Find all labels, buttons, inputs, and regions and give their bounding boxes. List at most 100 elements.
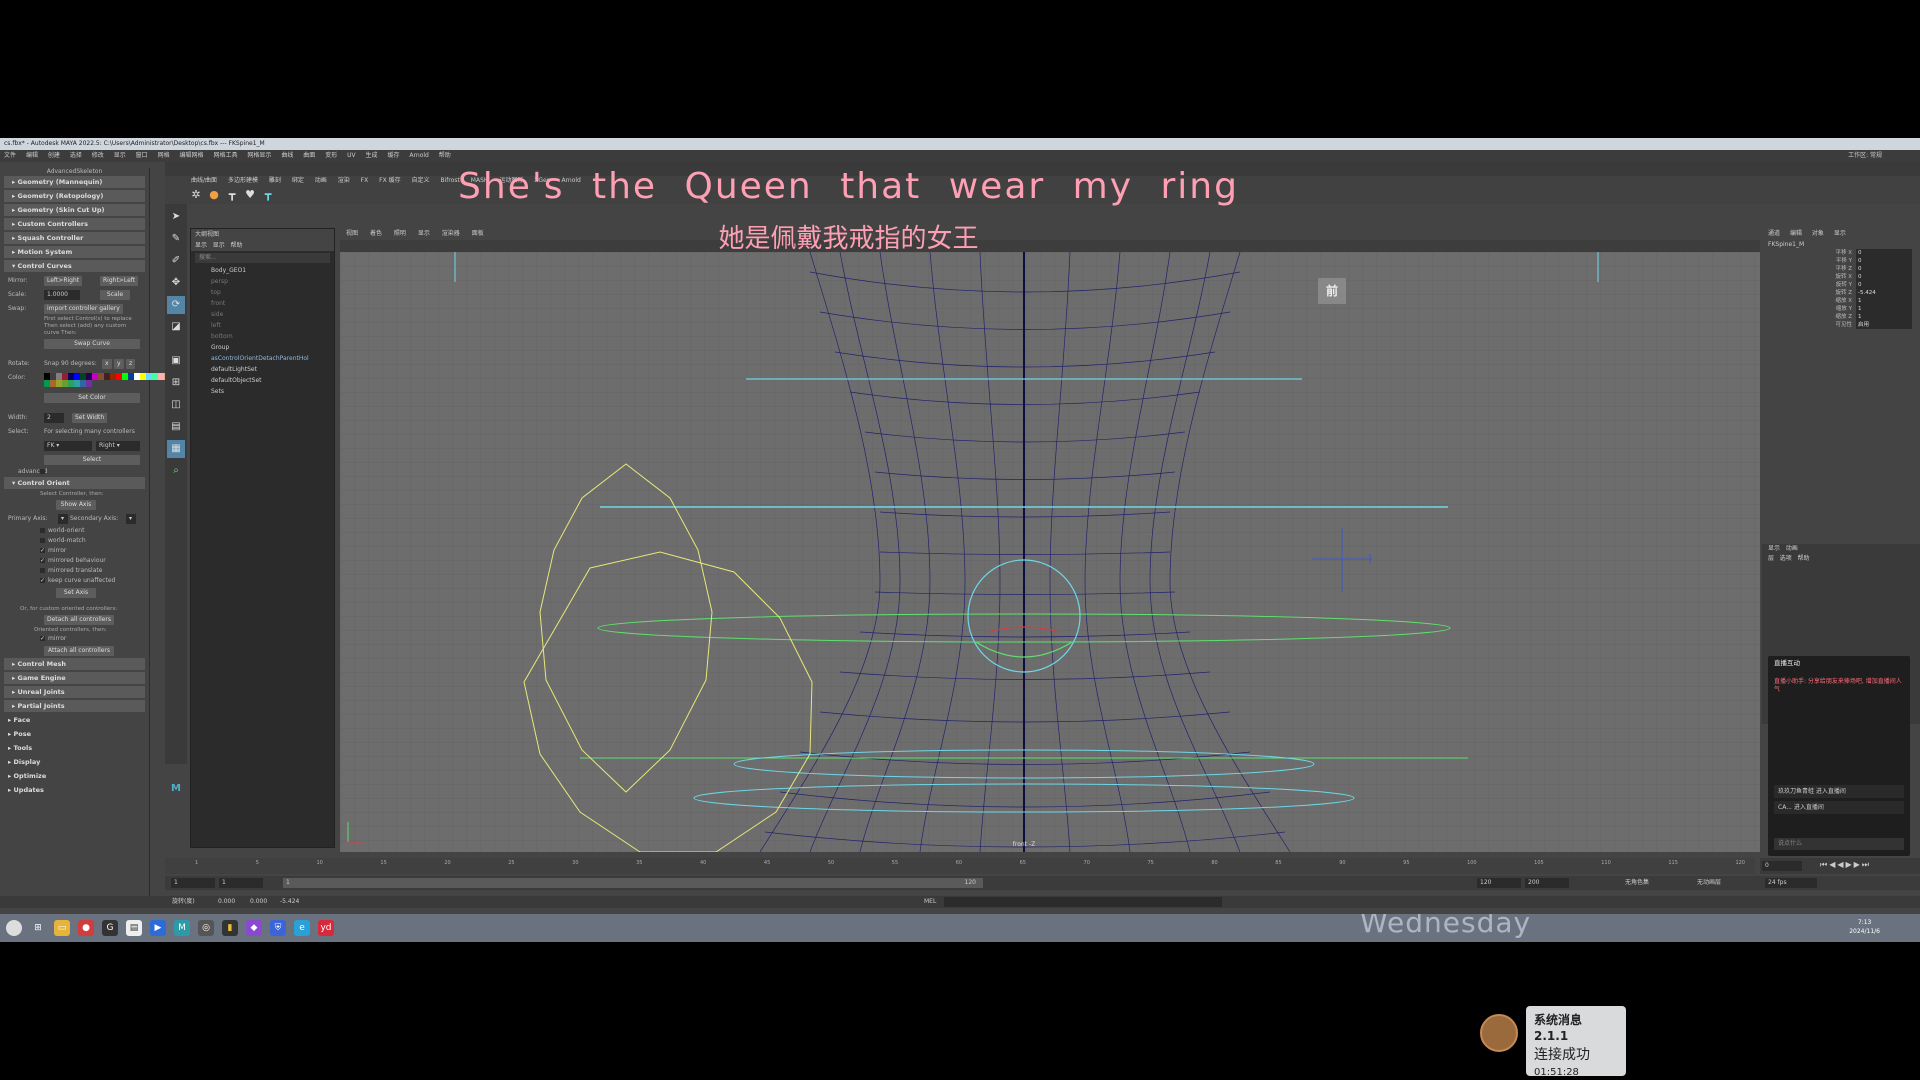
attribute-row[interactable]: 旋转 Y 0 xyxy=(1822,281,1912,289)
scale-tool-icon[interactable]: ◪ xyxy=(167,318,185,336)
menu-item[interactable]: 修改 xyxy=(92,152,104,159)
app-yellow-icon[interactable]: ▮ xyxy=(222,920,238,936)
menu-item[interactable]: Arnold xyxy=(409,152,428,159)
menu-item[interactable]: UV xyxy=(347,152,356,159)
outliner-item[interactable]: asControlOrientDetachParentHol xyxy=(191,353,334,364)
menu-item[interactable]: 窗口 xyxy=(136,152,148,159)
layout-outliner-icon[interactable]: ▤ xyxy=(167,418,185,436)
channel-tab[interactable]: 显示 xyxy=(1834,230,1846,237)
section-tools[interactable]: ▸ Tools xyxy=(0,742,145,754)
menu-item[interactable]: 编辑网格 xyxy=(180,152,204,159)
view-cube-front[interactable]: 前 xyxy=(1318,278,1346,304)
layout-split-icon[interactable]: ◫ xyxy=(167,396,185,414)
menu-item[interactable]: 帮助 xyxy=(439,152,451,159)
check-orient-mirror[interactable]: mirror xyxy=(0,634,149,644)
section-optimize[interactable]: ▸ Optimize xyxy=(0,770,145,782)
anim-layer-dropdown[interactable]: 无动画层 xyxy=(1697,876,1721,890)
layer-tab-anim[interactable]: 动画 xyxy=(1786,545,1798,552)
task-view-icon[interactable]: ⊞ xyxy=(30,920,46,936)
edge-icon[interactable]: e xyxy=(294,920,310,936)
current-frame-input[interactable]: 0 xyxy=(1762,861,1802,871)
fps-dropdown[interactable]: 24 fps xyxy=(1765,878,1817,888)
chat-input[interactable]: 说点什么 xyxy=(1774,838,1904,850)
outliner-item[interactable]: left xyxy=(191,320,334,331)
select-side-dropdown[interactable]: Right ▾ xyxy=(96,441,140,451)
start-frame-input[interactable]: 1 xyxy=(171,878,215,888)
check-mirrored-translate[interactable]: mirrored translate xyxy=(0,566,149,576)
scale-input[interactable]: 1.0000 xyxy=(44,290,80,300)
attribute-row[interactable]: 平移 Y 0 xyxy=(1822,257,1912,265)
check-keep-curve[interactable]: keep curve unaffected xyxy=(0,576,149,586)
scale-button[interactable]: Scale xyxy=(100,290,130,300)
explorer-icon[interactable]: ▭ xyxy=(54,920,70,936)
outliner-item[interactable]: defaultObjectSet xyxy=(191,375,334,386)
advanced-checkbox[interactable]: advanced xyxy=(0,467,149,477)
layout-four-icon[interactable]: ⊞ xyxy=(167,374,185,392)
attach-controllers-button[interactable]: Attach all controllers xyxy=(44,646,114,656)
attribute-row[interactable]: 平移 Z 0 xyxy=(1822,265,1912,273)
section-control-curves[interactable]: ▾ Control Curves xyxy=(4,260,145,272)
maya-app-icon[interactable]: M xyxy=(174,920,190,936)
rotate-z-button[interactable]: z xyxy=(126,359,136,369)
set-width-button[interactable]: Set Width xyxy=(72,413,108,423)
menu-item[interactable]: 网格工具 xyxy=(213,152,237,159)
channel-tab[interactable]: 对象 xyxy=(1812,230,1824,237)
attribute-row[interactable]: 旋转 X 0 xyxy=(1822,273,1912,281)
width-input[interactable]: 2 xyxy=(44,413,64,423)
outliner-item[interactable]: top xyxy=(191,287,334,298)
app-gray-icon[interactable]: ◎ xyxy=(198,920,214,936)
section-face[interactable]: ▸ Face xyxy=(0,714,145,726)
attribute-value[interactable]: -5.424 xyxy=(1856,289,1912,297)
attribute-value[interactable]: 启用 xyxy=(1856,321,1912,329)
menu-item[interactable]: 生成 xyxy=(366,152,378,159)
rotate-tool-icon[interactable]: ⟳ xyxy=(167,296,185,314)
menu-item[interactable]: 曲面 xyxy=(303,152,315,159)
viewport-canvas[interactable]: front -Z xyxy=(340,252,1760,852)
app-blue-icon[interactable]: ▶ xyxy=(150,920,166,936)
import-gallery-button[interactable]: import controller gallery xyxy=(44,304,123,314)
attribute-value[interactable]: 1 xyxy=(1856,297,1912,305)
character-set-dropdown[interactable]: 无角色集 xyxy=(1625,876,1649,890)
file-icon[interactable]: ▤ xyxy=(126,920,142,936)
attribute-row[interactable]: 缩放 X 1 xyxy=(1822,297,1912,305)
layout-persp-icon[interactable]: ▦ xyxy=(167,440,185,458)
set-color-button[interactable]: Set Color xyxy=(44,393,140,403)
layer-tab-display[interactable]: 显示 xyxy=(1768,545,1780,552)
check-mirror[interactable]: mirror xyxy=(0,546,149,556)
mel-input[interactable] xyxy=(944,897,1222,907)
check-mirrored-behaviour[interactable]: mirrored behaviour xyxy=(0,556,149,566)
outliner-item[interactable]: Body_GEO1 xyxy=(191,265,334,276)
primary-axis-dropdown[interactable]: ▾ xyxy=(58,514,68,524)
attribute-value[interactable]: 0 xyxy=(1856,249,1912,257)
menu-item[interactable]: 变形 xyxy=(325,152,337,159)
section-game-engine[interactable]: ▸ Game Engine xyxy=(4,672,145,684)
menu-item[interactable]: 网格 xyxy=(158,152,170,159)
select-button[interactable]: Select xyxy=(44,455,140,465)
rotate-x-button[interactable]: x xyxy=(102,359,112,369)
section-display[interactable]: ▸ Display xyxy=(0,756,145,768)
layer-menu-layers[interactable]: 层 xyxy=(1768,555,1774,562)
outliner-item[interactable]: side xyxy=(191,309,334,320)
attribute-row[interactable]: 缩放 Z 1 xyxy=(1822,313,1912,321)
app-purple-icon[interactable]: ◆ xyxy=(246,920,262,936)
search-icon[interactable]: ⌕ xyxy=(167,462,185,480)
app-youdao-icon[interactable]: yd xyxy=(318,920,334,936)
mirror-left-right-button[interactable]: Left>Right xyxy=(44,276,83,286)
time-slider[interactable]: 1 5 10 15 20 25 30 35 40 45 50 55 60 65 70 75 80 85 90 95 10… xyxy=(165,858,1755,874)
menu-item[interactable]: 文件 xyxy=(4,152,16,159)
app-red-icon[interactable]: ● xyxy=(78,920,94,936)
outliner-item[interactable]: Group xyxy=(191,342,334,353)
range-bar[interactable]: 1 120 xyxy=(283,878,983,888)
section-unreal-joints[interactable]: ▸ Unreal Joints xyxy=(4,686,145,698)
secondary-axis-dropdown[interactable]: ▾ xyxy=(126,514,136,524)
menu-item[interactable]: 选择 xyxy=(70,152,82,159)
channel-tab[interactable]: 通道 xyxy=(1768,230,1780,237)
outliner-item[interactable]: defaultLightSet xyxy=(191,364,334,375)
layer-menu-help[interactable]: 帮助 xyxy=(1798,555,1810,562)
end-frame-input[interactable]: 200 xyxy=(1525,878,1569,888)
playback-start-input[interactable]: 1 xyxy=(219,878,263,888)
set-axis-button[interactable]: Set Axis xyxy=(56,588,96,598)
section-control-mesh[interactable]: ▸ Control Mesh xyxy=(4,658,145,670)
check-world-match[interactable]: world-match xyxy=(0,536,149,546)
menu-item[interactable]: 创建 xyxy=(48,152,60,159)
